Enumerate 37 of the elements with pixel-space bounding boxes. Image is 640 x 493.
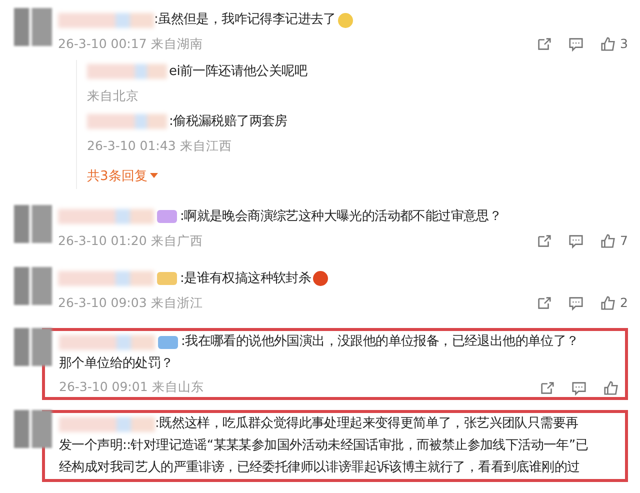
comment-text: :我在哪看的说他外国演出，没跟他的单位报备，已经退出他的单位了？ <box>181 333 579 352</box>
user-avatar <box>14 328 52 366</box>
comment-text: :虽然但是，我咋记得李记进去了 <box>154 11 336 29</box>
comment-text: :啊就是晚会商演综艺这种大曝光的活动都不能过审意思？ <box>180 208 502 226</box>
comment-timestamp: 26-3-10 01:43 来自江西 <box>87 136 232 154</box>
user-avatar <box>14 8 52 46</box>
user-avatar <box>14 204 52 243</box>
comment-text: :既然这样，吃瓜群众觉得此事处理起来变得更简单了，张艺兴团队只需要再 <box>155 415 578 433</box>
reply-text: :偷税漏税赔了两套房 <box>169 112 288 130</box>
comment-timestamp: 26-3-10 00:17 来自湖南 <box>58 35 203 53</box>
thumbs-up-icon[interactable] <box>600 233 616 250</box>
comment-icon[interactable] <box>568 294 584 311</box>
like-count: 2 <box>620 294 628 312</box>
thumbs-up-icon[interactable] <box>603 380 619 396</box>
user-avatar <box>14 410 52 448</box>
share-icon[interactable] <box>539 380 555 396</box>
reply-text: ei前一阵还请他公关呢吧 <box>169 62 308 81</box>
comment-timestamp: 26-3-10 09:03 来自浙江 <box>58 294 203 312</box>
comment-icon[interactable] <box>568 36 584 52</box>
comment-timestamp: 来自北京 <box>87 86 139 105</box>
comment-timestamp: 26-3-10 01:20 来自广西 <box>58 232 203 250</box>
share-icon[interactable] <box>536 294 552 311</box>
comment-text: 发一个声明::针对理记造谣“某某某参加国外活动未经国话审批，而被禁止参加线下活动一年”已 <box>59 437 588 455</box>
thumbs-up-icon[interactable] <box>600 294 616 311</box>
thumbs-up-icon[interactable] <box>600 36 616 52</box>
comment-text: 经构成对我司艺人的严重诽谤，已经委托律师以诽谤罪起诉该博主就行了，看看到底谁刚的过 <box>59 459 580 477</box>
share-icon[interactable] <box>536 233 552 250</box>
like-count: 7 <box>620 232 628 250</box>
comment-icon[interactable] <box>571 380 587 396</box>
comment-icon[interactable] <box>568 233 584 250</box>
more-replies-link[interactable]: 共3条回复 <box>87 167 158 187</box>
share-icon[interactable] <box>536 36 552 52</box>
like-count: 3 <box>620 35 628 53</box>
comment-text: 那个单位给的处罚？ <box>59 355 174 374</box>
comment-text: :是谁有权搞这种软封杀 <box>180 270 312 288</box>
comment-timestamp: 26-3-10 09:01 来自山东 <box>59 378 204 396</box>
user-avatar <box>14 266 52 304</box>
